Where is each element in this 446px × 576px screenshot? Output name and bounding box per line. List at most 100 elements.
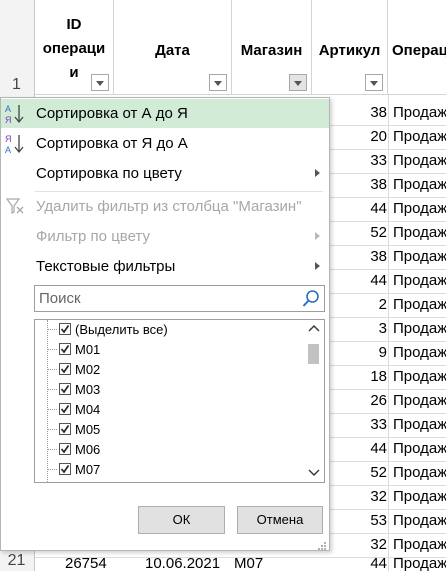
checkbox[interactable]: [59, 443, 71, 455]
filter-button-id[interactable]: [91, 74, 109, 91]
menu-item-sort-by-color[interactable]: Сортировка по цвету: [1, 159, 329, 188]
header-date[interactable]: Дата: [114, 0, 232, 95]
cell-articul[interactable]: 44: [368, 200, 387, 217]
cell-articul[interactable]: 3: [368, 320, 387, 337]
header-operation-label: Операц: [392, 42, 446, 59]
checkbox[interactable]: [59, 323, 71, 335]
cell-articul[interactable]: 32: [368, 488, 387, 505]
header-articul[interactable]: Артикул: [312, 0, 388, 95]
header-id-line1: ID: [66, 16, 82, 33]
cell-operation[interactable]: Продаж: [393, 440, 446, 457]
cell-articul[interactable]: 33: [368, 152, 387, 169]
list-item-label: M07: [75, 462, 101, 477]
cell-date[interactable]: 10.06.2021: [145, 555, 220, 572]
header-operation[interactable]: Операц: [388, 0, 446, 95]
cell-operation[interactable]: Продаж: [393, 555, 446, 572]
cell-operation[interactable]: Продаж: [393, 224, 446, 241]
cell-operation[interactable]: Продаж: [393, 344, 446, 361]
row-number-21[interactable]: 21: [0, 552, 33, 570]
cell-id[interactable]: 26754: [65, 555, 107, 572]
cell-operation[interactable]: Продаж: [393, 152, 446, 169]
menu-item-clear-filter[interactable]: Удалить фильтр из столбца "Магазин": [1, 192, 329, 221]
menu-item-label: Сортировка от Я до А: [36, 135, 188, 152]
list-item[interactable]: M07: [35, 460, 305, 480]
cell-articul[interactable]: 18: [368, 368, 387, 385]
search-input[interactable]: Поиск: [34, 285, 325, 312]
header-id[interactable]: ID операци и: [35, 0, 114, 95]
cell-operation[interactable]: Продаж: [393, 200, 446, 217]
checkmark-icon: [60, 365, 70, 374]
ok-button[interactable]: ОК: [138, 506, 225, 534]
search-icon[interactable]: [302, 289, 320, 308]
list-item-label: M06: [75, 442, 101, 457]
cell-articul[interactable]: 2: [368, 296, 387, 313]
list-scrollbar[interactable]: [304, 320, 324, 482]
checkbox[interactable]: [59, 423, 71, 435]
cell-operation[interactable]: Продаж: [393, 416, 446, 433]
cell-articul[interactable]: 52: [368, 224, 387, 241]
cell-operation[interactable]: Продаж: [393, 512, 446, 529]
table-row-21[interactable]: 26754 10.06.2021 M07 44 Продаж: [35, 552, 446, 576]
scroll-down-icon[interactable]: [304, 464, 324, 482]
cell-articul[interactable]: 44: [368, 555, 387, 572]
filter-button-shop[interactable]: [289, 74, 307, 91]
cell-articul[interactable]: 44: [368, 272, 387, 289]
menu-item-sort-z-a[interactable]: ЯА Сортировка от Я до А: [1, 129, 329, 158]
cell-articul[interactable]: 38: [368, 248, 387, 265]
cell-articul[interactable]: 26: [368, 392, 387, 409]
cell-operation[interactable]: Продаж: [393, 488, 446, 505]
cell-operation[interactable]: Продаж: [393, 320, 446, 337]
tree-connector: [47, 429, 57, 430]
checkbox[interactable]: [59, 403, 71, 415]
list-item[interactable]: M04: [35, 400, 305, 420]
scroll-thumb[interactable]: [308, 344, 319, 364]
cell-operation[interactable]: Продаж: [393, 272, 446, 289]
cell-articul[interactable]: 52: [368, 464, 387, 481]
cell-articul[interactable]: 33: [368, 416, 387, 433]
list-item[interactable]: (Выделить все): [35, 320, 305, 340]
scroll-up-icon[interactable]: [304, 320, 324, 338]
cell-articul[interactable]: 53: [368, 512, 387, 529]
list-item[interactable]: M03: [35, 380, 305, 400]
checkmark-icon: [60, 445, 70, 454]
menu-item-sort-a-z[interactable]: АЯ Сортировка от А до Я: [1, 99, 329, 128]
cell-operation[interactable]: Продаж: [393, 368, 446, 385]
row-number-1[interactable]: 1: [0, 76, 33, 94]
value-list[interactable]: (Выделить все) M01 M02 M03 M04 M05 M06 M07: [34, 319, 325, 483]
list-item[interactable]: M01: [35, 340, 305, 360]
cell-operation[interactable]: Продаж: [393, 296, 446, 313]
cell-operation[interactable]: Продаж: [393, 464, 446, 481]
cell-articul[interactable]: 38: [368, 176, 387, 193]
header-shop[interactable]: Магазин: [232, 0, 312, 95]
cancel-button[interactable]: Отмена: [237, 506, 323, 534]
checkbox[interactable]: [59, 463, 71, 475]
checkbox[interactable]: [59, 343, 71, 355]
list-item[interactable]: M05: [35, 420, 305, 440]
cell-articul[interactable]: 32: [368, 536, 387, 553]
filter-button-date[interactable]: [209, 74, 227, 91]
list-item[interactable]: M06: [35, 440, 305, 460]
cell-operation[interactable]: Продаж: [393, 128, 446, 145]
cell-shop[interactable]: M07: [234, 555, 263, 572]
menu-item-filter-by-color[interactable]: Фильтр по цвету: [1, 222, 329, 251]
cell-operation[interactable]: Продаж: [393, 248, 446, 265]
cell-operation[interactable]: Продаж: [393, 176, 446, 193]
filter-button-articul[interactable]: [365, 74, 383, 91]
tree-connector: [47, 409, 57, 410]
tree-connector: [47, 449, 57, 450]
resize-grip-icon[interactable]: [317, 538, 327, 550]
cell-operation[interactable]: Продаж: [393, 104, 446, 121]
list-item-label: (Выделить все): [75, 322, 168, 337]
header-shop-label: Магазин: [240, 42, 303, 59]
checkbox[interactable]: [59, 363, 71, 375]
list-item[interactable]: M02: [35, 360, 305, 380]
cell-operation[interactable]: Продаж: [393, 536, 446, 553]
menu-item-text-filters[interactable]: Текстовые фильтры: [1, 252, 329, 281]
cell-articul[interactable]: 20: [368, 128, 387, 145]
list-item-label: M05: [75, 422, 101, 437]
checkbox[interactable]: [59, 383, 71, 395]
cell-articul[interactable]: 38: [368, 104, 387, 121]
cell-operation[interactable]: Продаж: [393, 392, 446, 409]
cell-articul[interactable]: 44: [368, 440, 387, 457]
cell-articul[interactable]: 9: [368, 344, 387, 361]
